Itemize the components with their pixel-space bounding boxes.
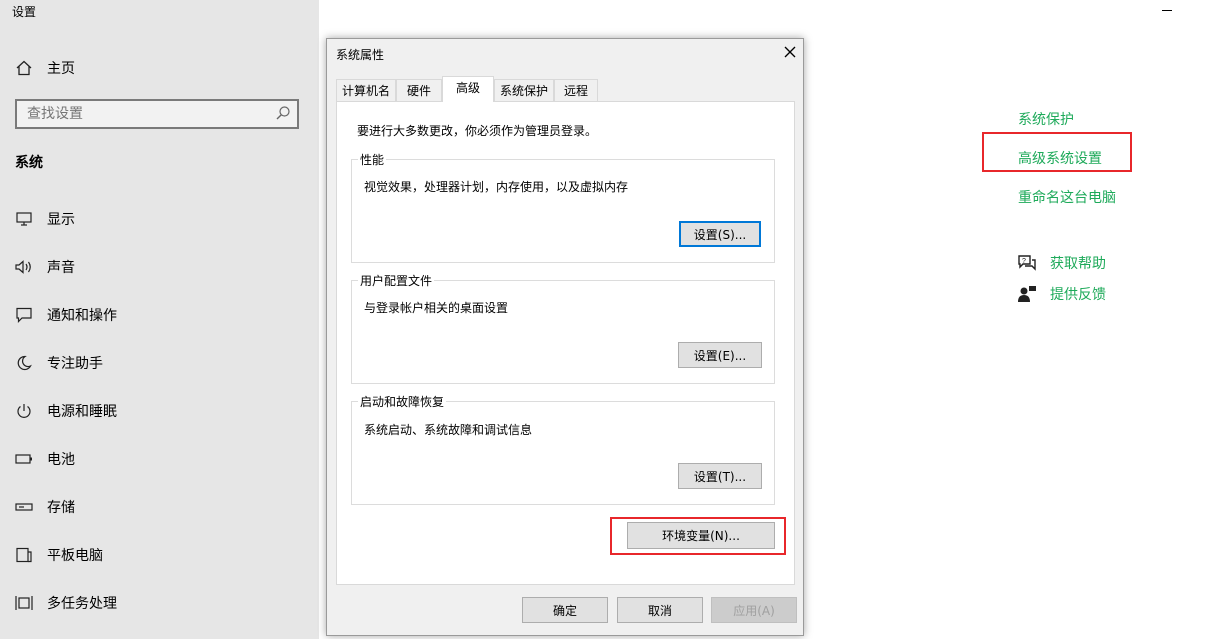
- startup-recovery-group: 启动和故障恢复 系统启动、系统故障和调试信息 设置(T)...: [351, 393, 775, 505]
- startup-recovery-label: 启动和故障恢复: [358, 393, 447, 410]
- close-icon[interactable]: [781, 43, 799, 61]
- sidebar-item-label: 显示: [47, 212, 75, 228]
- startup-recovery-settings-button[interactable]: 设置(T)...: [678, 463, 762, 489]
- get-help-item[interactable]: ? 获取帮助: [1017, 253, 1106, 273]
- multitask-icon: [15, 594, 33, 612]
- tab-remote[interactable]: 远程: [554, 79, 598, 101]
- sidebar-item-label: 平板电脑: [47, 548, 103, 564]
- tab-system-protection[interactable]: 系统保护: [494, 79, 554, 101]
- sidebar-item-label: 电池: [47, 452, 75, 468]
- performance-group: 性能 视觉效果，处理器计划，内存使用，以及虚拟内存 设置(S)...: [351, 151, 775, 263]
- sound-icon: [15, 258, 33, 276]
- dialog-title: 系统属性: [336, 48, 385, 62]
- user-profiles-label: 用户配置文件: [358, 272, 435, 289]
- sidebar-item-home[interactable]: 主页: [15, 58, 75, 78]
- sidebar-item-label: 专注助手: [47, 356, 103, 372]
- sidebar-item-label: 多任务处理: [47, 596, 117, 612]
- tab-computer-name[interactable]: 计算机名: [336, 79, 396, 101]
- feedback-link[interactable]: 提供反馈: [1050, 284, 1106, 304]
- advanced-tab-panel: 要进行大多数更改，你必须作为管理员登录。 性能 视觉效果，处理器计划，内存使用，…: [336, 101, 795, 585]
- sidebar-item-display[interactable]: 显示: [15, 207, 75, 231]
- sidebar-item-label: 电源和睡眠: [47, 404, 117, 420]
- sidebar-item-sound[interactable]: 声音: [15, 255, 75, 279]
- performance-desc: 视觉效果，处理器计划，内存使用，以及虚拟内存: [364, 180, 629, 194]
- sidebar-item-tablet[interactable]: 平板电脑: [15, 543, 103, 567]
- environment-variables-button[interactable]: 环境变量(N)...: [627, 522, 775, 549]
- feedback-icon: [1017, 285, 1037, 303]
- advanced-system-settings-link[interactable]: 高级系统设置: [1018, 148, 1102, 168]
- ok-button[interactable]: 确定: [522, 597, 608, 623]
- user-profiles-desc: 与登录帐户相关的桌面设置: [364, 301, 509, 315]
- apply-button[interactable]: 应用(A): [711, 597, 797, 623]
- feedback-item[interactable]: 提供反馈: [1017, 284, 1106, 304]
- moon-icon: [15, 354, 33, 372]
- tab-hardware[interactable]: 硬件: [396, 79, 442, 101]
- sidebar-item-focus-assist[interactable]: 专注助手: [15, 351, 103, 375]
- storage-icon: [15, 498, 33, 516]
- get-help-link[interactable]: 获取帮助: [1050, 253, 1106, 273]
- user-profiles-settings-button[interactable]: 设置(E)...: [678, 342, 762, 368]
- search-icon[interactable]: [275, 105, 291, 125]
- sidebar-item-label: 声音: [47, 260, 75, 276]
- display-icon: [15, 210, 33, 228]
- rename-pc-link[interactable]: 重命名这台电脑: [1018, 187, 1116, 207]
- app-title: 设置: [12, 5, 37, 19]
- search-input[interactable]: [17, 101, 267, 127]
- tablet-icon: [15, 546, 33, 564]
- power-icon: [15, 402, 33, 420]
- performance-label: 性能: [358, 151, 387, 168]
- search-box[interactable]: [15, 99, 299, 129]
- help-chat-icon: ?: [1017, 254, 1037, 272]
- battery-icon: [15, 450, 33, 468]
- performance-settings-button[interactable]: 设置(S)...: [679, 221, 761, 247]
- sidebar-item-power[interactable]: 电源和睡眠: [15, 399, 117, 423]
- tab-advanced[interactable]: 高级: [442, 76, 494, 102]
- minimize-button[interactable]: [1162, 10, 1172, 11]
- sidebar-item-label: 通知和操作: [47, 308, 117, 324]
- user-profiles-group: 用户配置文件 与登录帐户相关的桌面设置 设置(E)...: [351, 272, 775, 384]
- sidebar-item-label: 主页: [47, 61, 75, 77]
- sidebar-item-storage[interactable]: 存储: [15, 495, 75, 519]
- svg-text:?: ?: [1022, 258, 1026, 265]
- sidebar-item-multitasking[interactable]: 多任务处理: [15, 591, 117, 615]
- sidebar-item-notifications[interactable]: 通知和操作: [15, 303, 117, 327]
- sidebar-item-battery[interactable]: 电池: [15, 447, 75, 471]
- system-protection-link[interactable]: 系统保护: [1018, 109, 1074, 129]
- notification-icon: [15, 306, 33, 324]
- cancel-button[interactable]: 取消: [617, 597, 703, 623]
- home-icon: [15, 59, 33, 77]
- sidebar-item-label: 存储: [47, 500, 75, 516]
- system-properties-dialog: 系统属性 计算机名 硬件 高级 系统保护 远程 要进行大多数更改，你必须作为管理…: [326, 38, 804, 636]
- section-title: 系统: [15, 155, 43, 171]
- startup-recovery-desc: 系统启动、系统故障和调试信息: [364, 423, 533, 437]
- admin-note: 要进行大多数更改，你必须作为管理员登录。: [357, 124, 598, 138]
